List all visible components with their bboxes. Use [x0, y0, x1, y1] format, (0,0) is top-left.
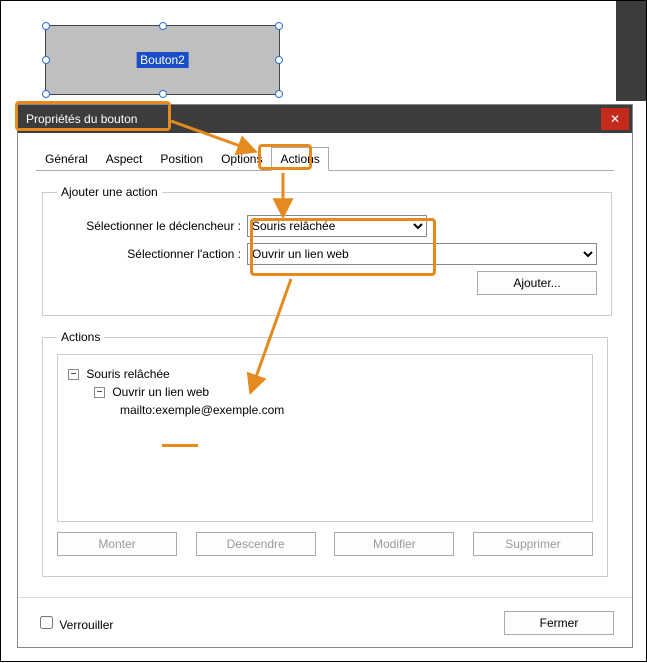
resize-handle[interactable] — [275, 22, 283, 30]
move-up-button[interactable]: Monter — [57, 532, 177, 556]
tab-general[interactable]: Général — [36, 147, 97, 171]
canvas-button-label: Bouton2 — [136, 52, 189, 68]
resize-handle[interactable] — [42, 22, 50, 30]
resize-handle[interactable] — [42, 56, 50, 64]
close-icon[interactable]: ✕ — [601, 108, 629, 130]
annotation-underline — [162, 444, 198, 447]
fieldset-actions: Actions − Souris relâchée − Ouvrir un li… — [42, 330, 608, 577]
tree-node-label[interactable]: mailto:exemple@exemple.com — [120, 403, 284, 417]
tab-position[interactable]: Position — [151, 147, 212, 171]
label-trigger: Sélectionner le déclencheur : — [57, 219, 247, 233]
dialog-footer: Verrouiller Fermer — [18, 597, 632, 647]
move-down-button[interactable]: Descendre — [196, 532, 316, 556]
resize-handle[interactable] — [42, 90, 50, 98]
delete-button[interactable]: Supprimer — [473, 532, 593, 556]
app-chrome-right — [616, 1, 646, 101]
select-trigger[interactable]: Souris relâchée — [247, 215, 427, 237]
canvas-button[interactable]: Bouton2 — [45, 25, 280, 95]
tab-strip: Général Aspect Position Options Actions — [36, 147, 632, 171]
tree-node-label[interactable]: Souris relâchée — [86, 367, 169, 381]
close-button[interactable]: Fermer — [504, 611, 614, 635]
legend-add-action: Ajouter une action — [57, 185, 162, 199]
resize-handle[interactable] — [275, 90, 283, 98]
tab-actions[interactable]: Actions — [271, 147, 328, 171]
collapse-icon[interactable]: − — [68, 369, 79, 380]
lock-checkbox[interactable] — [40, 616, 53, 629]
legend-actions: Actions — [57, 330, 104, 344]
tab-options[interactable]: Options — [212, 147, 271, 171]
actions-tree[interactable]: − Souris relâchée − Ouvrir un lien web m… — [57, 354, 593, 522]
tab-aspect[interactable]: Aspect — [97, 147, 152, 171]
fieldset-add-action: Ajouter une action Sélectionner le décle… — [42, 185, 612, 316]
edit-button[interactable]: Modifier — [334, 532, 454, 556]
tree-node-trigger: − Souris relâchée — [68, 367, 582, 381]
collapse-icon[interactable]: − — [94, 387, 105, 398]
lock-label: Verrouiller — [59, 618, 113, 632]
label-action: Sélectionner l'action : — [57, 247, 247, 261]
tree-node-label[interactable]: Ouvrir un lien web — [112, 385, 209, 399]
dialog-titlebar[interactable]: Propriétés du bouton — [18, 105, 632, 133]
lock-checkbox-wrap[interactable]: Verrouiller — [36, 613, 113, 632]
dialog-title: Propriétés du bouton — [26, 112, 137, 126]
resize-handle[interactable] — [159, 22, 167, 30]
tree-node-target: mailto:exemple@exemple.com — [120, 403, 582, 417]
resize-handle[interactable] — [275, 56, 283, 64]
tree-node-action: − Ouvrir un lien web — [94, 385, 582, 399]
resize-handle[interactable] — [159, 90, 167, 98]
select-action[interactable]: Ouvrir un lien web — [247, 243, 597, 265]
add-action-button[interactable]: Ajouter... — [477, 271, 597, 295]
button-properties-dialog: Propriétés du bouton ✕ Général Aspect Po… — [17, 104, 633, 648]
